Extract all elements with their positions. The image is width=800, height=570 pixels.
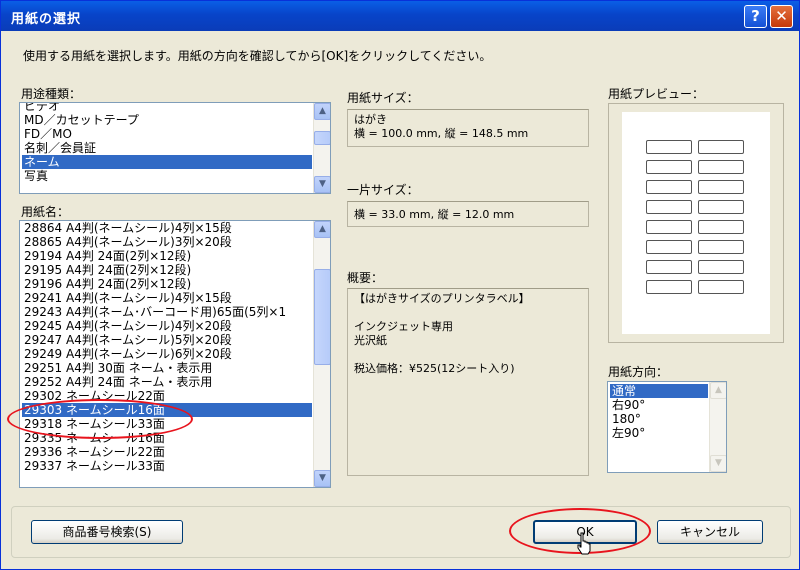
orientation-listbox[interactable]: 通常 右90° 180° 左90° ▲ ▼ xyxy=(607,381,727,473)
paper-name-list-item[interactable]: 29337 ネームシール33面 xyxy=(22,459,312,473)
cancel-button[interactable]: キャンセル xyxy=(657,520,763,544)
preview-label-cell xyxy=(646,180,692,194)
paper-name-listbox[interactable]: 28864 A4判(ネームシール)4列×15段 28865 A4判(ネームシール)… xyxy=(19,220,331,488)
paper-name-list-item[interactable]: 29252 A4判 24面 ネーム・表示用 xyxy=(22,375,312,389)
orientation-list-item[interactable]: 通常 xyxy=(610,384,708,398)
paper-name-list-item[interactable]: 29249 A4判(ネームシール)6列×20段 xyxy=(22,347,312,361)
scroll-thumb[interactable] xyxy=(314,269,330,365)
scroll-down-icon[interactable]: ▼ xyxy=(710,455,726,472)
paper-name-list-item[interactable]: 29196 A4判 24面(2列×12段) xyxy=(22,277,312,291)
scroll-down-icon[interactable]: ▼ xyxy=(314,470,330,487)
summary-lines: 【はがきサイズのプリンタラベル】 インクジェット専用 光沢紙税込価格：¥525(12… xyxy=(354,292,582,376)
preview-label-cell xyxy=(698,220,744,234)
summary-line: 【はがきサイズのプリンタラベル】 xyxy=(354,292,530,305)
usage-listbox[interactable]: ビデオ MD／カセットテープ FD／MO 名刺／会員証 ネーム 写真 ▲ ▼ xyxy=(19,102,331,194)
preview-label: 用紙プレビュー： xyxy=(608,87,705,101)
preview-label-cell xyxy=(646,220,692,234)
paper-name-list-item[interactable]: 29245 A4判(ネームシール)4列×20段 xyxy=(22,319,312,333)
preview-label-cell xyxy=(698,160,744,174)
scroll-thumb[interactable] xyxy=(314,131,330,145)
preview-label-cell xyxy=(698,260,744,274)
orientation-list: 通常 右90° 180° 左90° xyxy=(610,384,708,440)
summary-line xyxy=(354,348,582,362)
close-button[interactable]: ✕ xyxy=(770,5,793,28)
paper-name-list-item[interactable]: 29336 ネームシール22面 xyxy=(22,445,312,459)
paper-name-list-item[interactable]: 29195 A4判 24面(2列×12段) xyxy=(22,263,312,277)
paper-size-dims: 横 = 100.0 mm, 縦 = 148.5 mm xyxy=(354,127,529,140)
orientation-scrollbar[interactable]: ▲ ▼ xyxy=(709,382,726,472)
paper-name-list-item[interactable]: 28865 A4判(ネームシール)3列×20段 xyxy=(22,235,312,249)
paper-preview xyxy=(608,103,784,343)
orientation-label: 用紙方向： xyxy=(608,365,669,379)
piece-size-dims: 横 = 33.0 mm, 縦 = 12.0 mm xyxy=(354,208,515,221)
paper-name-scrollbar[interactable]: ▲ ▼ xyxy=(313,221,330,487)
preview-label-cell xyxy=(646,240,692,254)
close-icon: ✕ xyxy=(775,7,788,25)
orientation-list-item[interactable]: 右90° xyxy=(610,398,708,412)
scroll-up-icon[interactable]: ▲ xyxy=(710,382,726,399)
summary-box: 【はがきサイズのプリンタラベル】 インクジェット専用 光沢紙税込価格：¥525(12… xyxy=(347,288,589,476)
help-button[interactable]: ? xyxy=(744,5,767,28)
scroll-down-icon[interactable]: ▼ xyxy=(314,176,330,193)
paper-name-list-item[interactable]: 29243 A4判(ネーム･バーコード用)65面(5列×1 xyxy=(22,305,312,319)
preview-paper xyxy=(622,112,770,334)
window-title: 用紙の選択 xyxy=(11,12,82,27)
paper-name-list-item[interactable]: 29251 A4判 30面 ネーム・表示用 xyxy=(22,361,312,375)
preview-label-cell xyxy=(698,240,744,254)
preview-label-cell xyxy=(698,180,744,194)
product-search-button[interactable]: 商品番号検索(S) xyxy=(31,520,183,544)
usage-list-item[interactable]: 名刺／会員証 xyxy=(22,141,312,155)
preview-label-cell xyxy=(646,140,692,154)
orientation-list-item[interactable]: 180° xyxy=(610,412,708,426)
usage-list-item[interactable]: ビデオ xyxy=(22,103,312,113)
usage-list-item[interactable]: MD／カセットテープ xyxy=(22,113,312,127)
annotation-circle-selected-paper xyxy=(7,399,193,439)
preview-label-cell xyxy=(698,140,744,154)
preview-label-cell xyxy=(646,200,692,214)
preview-label-cell xyxy=(646,160,692,174)
preview-label-cell xyxy=(646,260,692,274)
summary-line: 光沢紙 xyxy=(354,334,387,347)
orientation-list-item[interactable]: 左90° xyxy=(610,426,708,440)
paper-name-list-item[interactable]: 29241 A4判(ネームシール)4列×15段 xyxy=(22,291,312,305)
help-icon: ? xyxy=(751,7,760,25)
paper-name-label: 用紙名： xyxy=(21,205,70,219)
summary-line xyxy=(354,306,582,320)
preview-label-cell xyxy=(698,200,744,214)
scroll-up-icon[interactable]: ▲ xyxy=(314,221,330,238)
usage-list-item[interactable]: ネーム xyxy=(22,155,312,169)
paper-size-box: はがき 横 = 100.0 mm, 縦 = 148.5 mm xyxy=(347,109,589,147)
usage-list-item[interactable]: FD／MO xyxy=(22,127,312,141)
preview-label-cell xyxy=(698,280,744,294)
usage-list: ビデオ MD／カセットテープ FD／MO 名刺／会員証 ネーム 写真 xyxy=(22,103,312,183)
paper-size-label: 用紙サイズ： xyxy=(347,91,419,105)
paper-name-list-item[interactable]: 29194 A4判 24面(2列×12段) xyxy=(22,249,312,263)
paper-size-name: はがき xyxy=(354,113,387,126)
summary-line: 税込価格：¥525(12シート入り) xyxy=(354,362,515,375)
usage-list-item[interactable]: 写真 xyxy=(22,169,312,183)
paper-selection-dialog: 用紙の選択 ? ✕ 使用する用紙を選択します。用紙の方向を確認してから[OK]を… xyxy=(0,0,800,570)
piece-size-label: 一片サイズ： xyxy=(347,183,419,197)
paper-name-list-item[interactable]: 28864 A4判(ネームシール)4列×15段 xyxy=(22,221,312,235)
preview-label-cell xyxy=(646,280,692,294)
title-bar[interactable]: 用紙の選択 xyxy=(1,1,799,31)
mouse-cursor-icon xyxy=(577,532,591,555)
scroll-up-icon[interactable]: ▲ xyxy=(314,103,330,120)
usage-scrollbar[interactable]: ▲ ▼ xyxy=(313,103,330,193)
usage-label: 用途種類： xyxy=(21,87,82,101)
piece-size-box: 横 = 33.0 mm, 縦 = 12.0 mm xyxy=(347,201,589,227)
summary-label: 概要： xyxy=(347,271,384,285)
summary-line: インクジェット専用 xyxy=(354,320,453,333)
instruction-text: 使用する用紙を選択します。用紙の方向を確認してから[OK]をクリックしてください… xyxy=(23,49,492,63)
paper-name-list-item[interactable]: 29247 A4判(ネームシール)5列×20段 xyxy=(22,333,312,347)
